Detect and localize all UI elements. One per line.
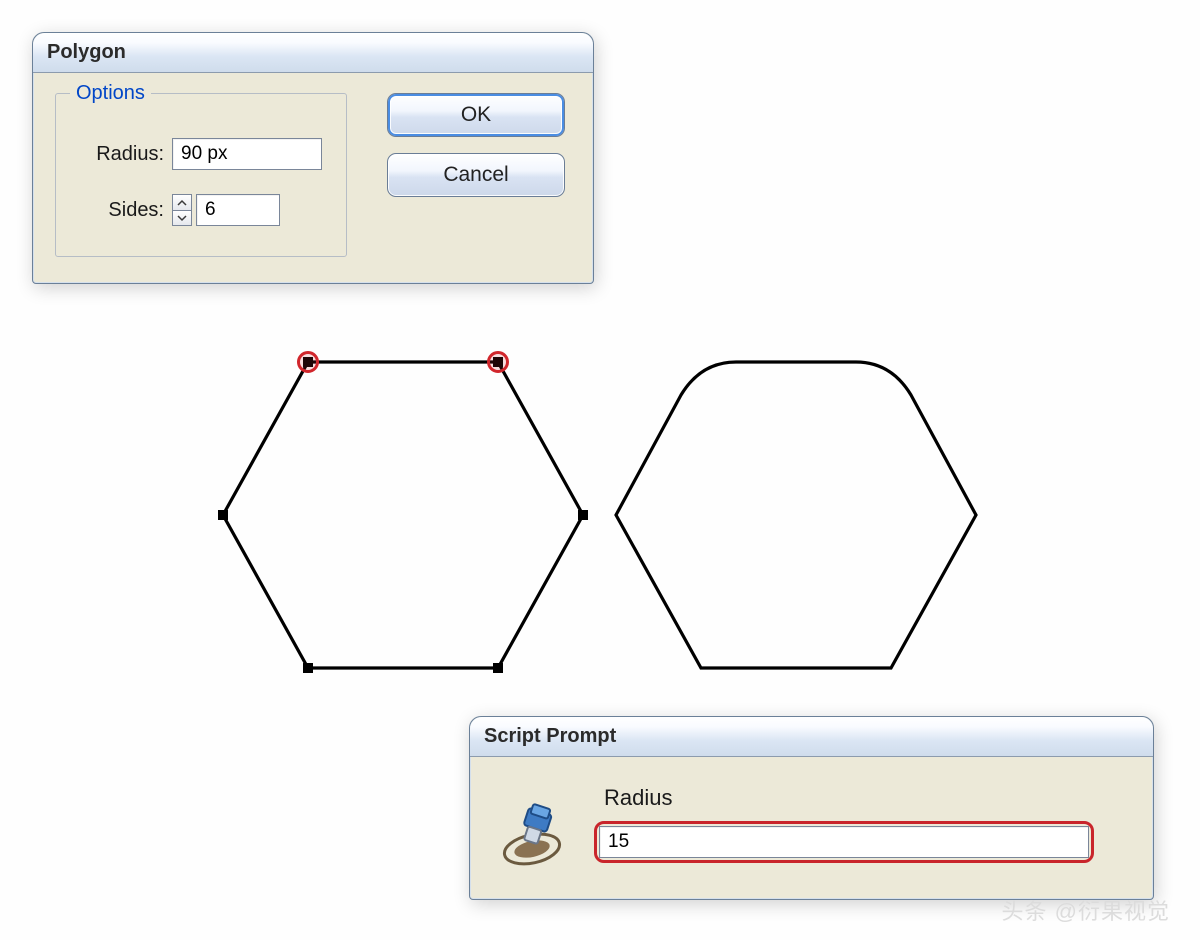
polygon-dialog[interactable]: Polygon Options Radius: Sides: <box>32 32 594 284</box>
sides-step-up[interactable] <box>172 194 192 210</box>
options-group: Options Radius: Sides: <box>55 93 347 257</box>
options-legend: Options <box>70 82 151 105</box>
sides-label: Sides: <box>80 199 164 222</box>
sides-stepper <box>172 194 192 226</box>
script-prompt-field: Radius <box>594 783 1127 863</box>
radius-row: Radius: <box>80 138 322 170</box>
chevron-up-icon <box>177 199 187 207</box>
anchor-point[interactable] <box>303 663 313 673</box>
dialog-buttons: OK Cancel <box>387 93 565 257</box>
script-prompt-title: Script Prompt <box>484 725 616 748</box>
anchor-highlight <box>487 351 509 373</box>
hexagon-shape-left[interactable] <box>213 345 593 685</box>
sides-step-down[interactable] <box>172 210 192 226</box>
polygon-dialog-titlebar[interactable]: Polygon <box>33 33 593 73</box>
watermark-text: 头条 @衍果视觉 <box>1002 894 1170 926</box>
script-prompt-icon <box>496 797 568 869</box>
anchor-point[interactable] <box>578 510 588 520</box>
script-prompt-body: Radius <box>470 757 1153 899</box>
sides-input[interactable] <box>196 194 280 226</box>
polygon-dialog-body: Options Radius: Sides: OK <box>33 73 593 283</box>
chevron-down-icon <box>177 214 187 222</box>
radius-label: Radius: <box>80 143 164 166</box>
hexagon-shape-right[interactable] <box>606 345 986 685</box>
script-prompt-dialog[interactable]: Script Prompt Radius <box>469 716 1154 900</box>
anchor-highlight <box>297 351 319 373</box>
script-prompt-titlebar[interactable]: Script Prompt <box>470 717 1153 757</box>
sides-row: Sides: <box>80 194 322 226</box>
anchor-point[interactable] <box>493 663 503 673</box>
script-prompt-input-highlight <box>594 821 1094 863</box>
radius-input[interactable] <box>172 138 322 170</box>
polygon-dialog-title: Polygon <box>47 41 126 64</box>
cancel-button[interactable]: Cancel <box>387 153 565 197</box>
anchor-point[interactable] <box>218 510 228 520</box>
script-prompt-label: Radius <box>604 785 1127 811</box>
script-prompt-input[interactable] <box>599 826 1089 858</box>
ok-button[interactable]: OK <box>387 93 565 137</box>
